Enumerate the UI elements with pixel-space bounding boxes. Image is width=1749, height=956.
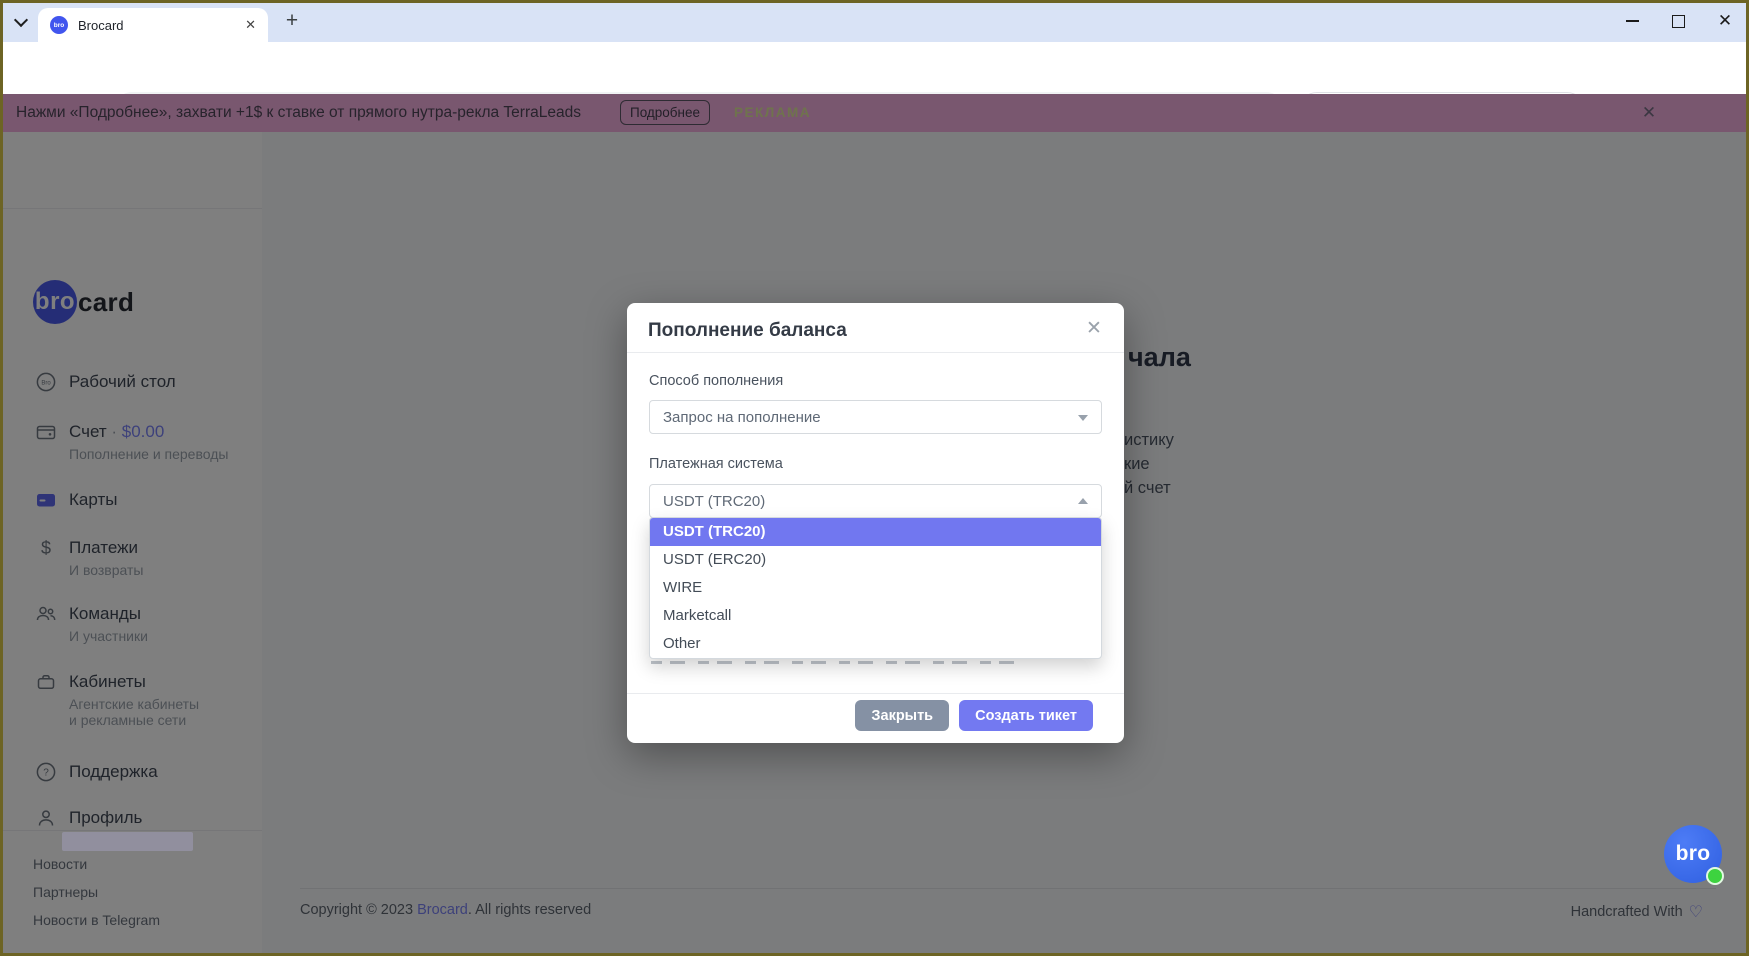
browser-tab[interactable]: bro Brocard ✕ xyxy=(38,8,268,42)
payment-system-value: USDT (TRC20) xyxy=(663,492,766,510)
minimize-icon xyxy=(1625,20,1639,22)
tab-title: Brocard xyxy=(78,17,124,33)
close-button[interactable]: Закрыть xyxy=(855,700,950,731)
dropdown-option-marketcall[interactable]: Marketcall xyxy=(650,602,1101,630)
window-close-button[interactable]: ✕ xyxy=(1705,0,1745,42)
window-minimize-button[interactable] xyxy=(1612,0,1652,42)
window-maximize-button[interactable] xyxy=(1658,0,1698,42)
tab-favicon: bro xyxy=(50,16,68,34)
modal-footer-divider xyxy=(627,693,1124,694)
dropdown-option-wire[interactable]: WIRE xyxy=(650,574,1101,602)
online-status-dot xyxy=(1706,867,1724,885)
new-tab-button[interactable]: + xyxy=(280,9,304,33)
modal-header-divider xyxy=(627,352,1124,353)
dropdown-option-usdt-erc20[interactable]: USDT (ERC20) xyxy=(650,546,1101,574)
chat-widget-button[interactable]: bro xyxy=(1664,825,1724,885)
modal-close-icon[interactable]: ✕ xyxy=(1082,317,1106,341)
browser-tab-strip: bro Brocard ✕ + ✕ xyxy=(0,0,1749,42)
redacted-profile-email xyxy=(62,832,193,851)
payment-system-select[interactable]: USDT (TRC20) xyxy=(649,484,1102,518)
payment-system-dropdown: USDT (TRC20) USDT (ERC20) WIRE Marketcal… xyxy=(649,517,1102,659)
payment-system-label: Платежная система xyxy=(649,456,783,472)
chevron-up-icon xyxy=(1078,498,1088,504)
modal-footer: Закрыть Создать тикет xyxy=(627,700,1124,731)
browser-toolbar: ← → ↻ https://private.mybrocard.com/card… xyxy=(0,42,1749,128)
modal-title: Пополнение баланса xyxy=(648,320,847,341)
create-ticket-button[interactable]: Создать тикет xyxy=(959,700,1093,731)
chevron-down-icon xyxy=(13,12,29,28)
topup-method-label: Способ пополнения xyxy=(649,373,784,389)
clipped-text-fragment xyxy=(651,661,1019,664)
chat-widget-label: bro xyxy=(1675,842,1711,865)
tab-close-icon[interactable]: ✕ xyxy=(245,17,256,33)
chevron-down-icon xyxy=(1078,415,1088,421)
tab-search-button[interactable] xyxy=(8,9,34,35)
topup-method-value: Запрос на пополнение xyxy=(663,408,821,426)
dropdown-option-usdt-trc20[interactable]: USDT (TRC20) xyxy=(650,518,1101,546)
topup-method-select[interactable]: Запрос на пополнение xyxy=(649,400,1102,434)
topup-modal: Пополнение баланса ✕ Способ пополнения З… xyxy=(627,303,1124,743)
dropdown-option-other[interactable]: Other xyxy=(650,630,1101,658)
maximize-icon xyxy=(1671,14,1685,28)
